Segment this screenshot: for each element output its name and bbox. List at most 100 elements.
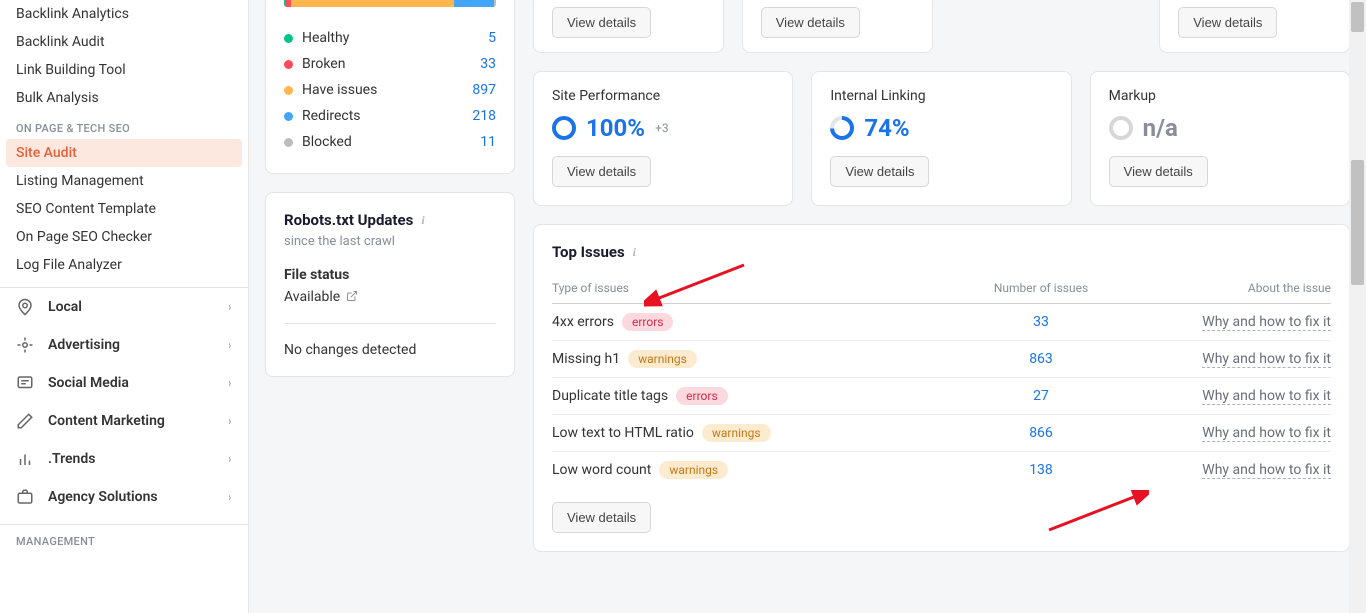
sidebar-item-seo-content-template[interactable]: SEO Content Template	[0, 195, 248, 223]
file-status-value: Available	[284, 289, 340, 305]
legend-row: Blocked 11	[284, 129, 496, 155]
sidebar-cat-label: Content Marketing	[48, 413, 165, 429]
table-header: Type of issues Number of issues About th…	[552, 269, 1331, 304]
info-icon[interactable]: i	[633, 245, 636, 260]
sidebar-cat-advertising[interactable]: Advertising ›	[0, 326, 248, 364]
sidebar-item-backlink-audit[interactable]: Backlink Audit	[0, 28, 248, 56]
legend-dot	[284, 138, 293, 147]
why-link[interactable]: Why and how to fix it	[1202, 425, 1331, 442]
sidebar-cat-label: Agency Solutions	[48, 489, 158, 505]
legend-value[interactable]: 33	[480, 56, 496, 72]
why-link[interactable]: Why and how to fix it	[1202, 462, 1331, 479]
th-about: About the issue	[1131, 281, 1331, 295]
target-icon	[16, 336, 34, 354]
table-row: Duplicate title tags errors 27 Why and ho…	[552, 378, 1331, 415]
issue-count[interactable]: 27	[1033, 388, 1049, 404]
external-link-icon[interactable]	[346, 290, 358, 305]
mini-card: View details	[742, 0, 933, 53]
view-details-button[interactable]: View details	[1109, 156, 1208, 187]
robots-title: Robots.txt Updates	[284, 211, 413, 229]
scroll-thumb[interactable]	[1351, 2, 1364, 32]
legend-dot	[284, 60, 293, 69]
sidebar-item-site-audit[interactable]: Site Audit	[6, 139, 242, 167]
mini-card: View details	[1159, 0, 1350, 53]
issue-count[interactable]: 138	[1029, 462, 1053, 478]
bar-segment	[494, 0, 496, 7]
metric-value: n/a	[1143, 114, 1178, 142]
legend-label: Blocked	[302, 134, 352, 150]
legend-label: Redirects	[302, 108, 361, 124]
legend-value[interactable]: 5	[488, 30, 496, 46]
issue-tag: warnings	[702, 424, 771, 442]
pencil-icon	[16, 412, 34, 430]
metric-card-internal-linking: Internal Linking 74% View details	[811, 71, 1071, 206]
sidebar-cat-content-marketing[interactable]: Content Marketing ›	[0, 402, 248, 440]
table-row: Low word countwarnings 138 Why and how t…	[552, 452, 1331, 488]
info-icon[interactable]: i	[421, 213, 424, 228]
legend-dot	[284, 34, 293, 43]
th-type: Type of issues	[552, 281, 951, 295]
issue-name: Duplicate title tags	[552, 388, 668, 404]
view-details-button[interactable]: View details	[552, 7, 651, 38]
issue-tag: errors	[622, 313, 673, 331]
legend-value[interactable]: 218	[472, 108, 496, 124]
sidebar-item-link-building-tool[interactable]: Link Building Tool	[0, 56, 248, 84]
bar-segment	[454, 0, 494, 7]
scrollbar[interactable]	[1349, 0, 1366, 613]
sidebar-item-listing-management[interactable]: Listing Management	[0, 167, 248, 195]
mini-card: View details	[533, 0, 724, 53]
why-link[interactable]: Why and how to fix it	[1202, 314, 1331, 331]
metric-title: Site Performance	[552, 88, 774, 104]
legend-dot	[284, 112, 293, 121]
why-link[interactable]: Why and how to fix it	[1202, 388, 1331, 405]
chevron-right-icon: ›	[229, 490, 232, 504]
sidebar-cat-local[interactable]: Local ›	[0, 288, 248, 326]
sidebar-cat-label: Social Media	[48, 375, 129, 391]
sidebar-item-bulk-analysis[interactable]: Bulk Analysis	[0, 84, 248, 112]
view-details-button[interactable]: View details	[552, 502, 651, 533]
sidebar-item-log-file-analyzer[interactable]: Log File Analyzer	[0, 251, 248, 279]
bars-icon	[16, 450, 34, 468]
metric-title: Markup	[1109, 88, 1331, 104]
chevron-right-icon: ›	[229, 300, 232, 314]
issue-name: 4xx errors	[552, 314, 614, 330]
why-link[interactable]: Why and how to fix it	[1202, 351, 1331, 368]
metric-extra: +3	[655, 121, 669, 135]
metric-card-site-performance: Site Performance 100% +3 View details	[533, 71, 793, 206]
scroll-thumb[interactable]	[1351, 160, 1364, 285]
view-details-button[interactable]: View details	[761, 7, 860, 38]
chevron-right-icon: ›	[229, 376, 232, 390]
issue-count[interactable]: 863	[1029, 351, 1053, 367]
health-card: Healthy5Broken33Have issues897Redirects2…	[265, 0, 515, 174]
metric-title: Internal Linking	[830, 88, 1052, 104]
metric-value: 74%	[864, 114, 909, 142]
sidebar-cat-trends[interactable]: .Trends ›	[0, 440, 248, 478]
file-status-label: File status	[284, 267, 496, 283]
pin-icon	[16, 298, 34, 316]
sidebar-item-on-page-seo-checker[interactable]: On Page SEO Checker	[0, 223, 248, 251]
legend-row: Broken33	[284, 51, 496, 77]
view-details-button[interactable]: View details	[830, 156, 929, 187]
issue-tag: warnings	[659, 461, 728, 479]
chevron-right-icon: ›	[229, 414, 232, 428]
view-details-button[interactable]: View details	[552, 156, 651, 187]
legend-value[interactable]: 11	[480, 134, 496, 150]
sidebar-item-backlink-analytics[interactable]: Backlink Analytics	[0, 0, 248, 28]
issue-count[interactable]: 33	[1033, 314, 1049, 330]
ring-icon	[552, 116, 576, 140]
sidebar-cat-agency-solutions[interactable]: Agency Solutions ›	[0, 478, 248, 516]
top-issues-card: Top Issues i Type of issues Number of is…	[533, 224, 1350, 552]
view-details-button[interactable]: View details	[1178, 7, 1277, 38]
issue-name: Missing h1	[552, 351, 620, 367]
sidebar-cat-social-media[interactable]: Social Media ›	[0, 364, 248, 402]
sidebar: Backlink Analytics Backlink Audit Link B…	[0, 0, 249, 613]
sidebar-cat-label: Local	[48, 299, 82, 315]
issue-tag: errors	[676, 387, 727, 405]
legend-value[interactable]: 897	[472, 82, 496, 98]
ring-icon	[1109, 116, 1133, 140]
issue-name: Low text to HTML ratio	[552, 425, 694, 441]
chat-icon	[16, 374, 34, 392]
table-row: Low text to HTML ratio warnings 866 Why a…	[552, 415, 1331, 452]
briefcase-icon	[16, 488, 34, 506]
issue-count[interactable]: 866	[1029, 425, 1053, 441]
